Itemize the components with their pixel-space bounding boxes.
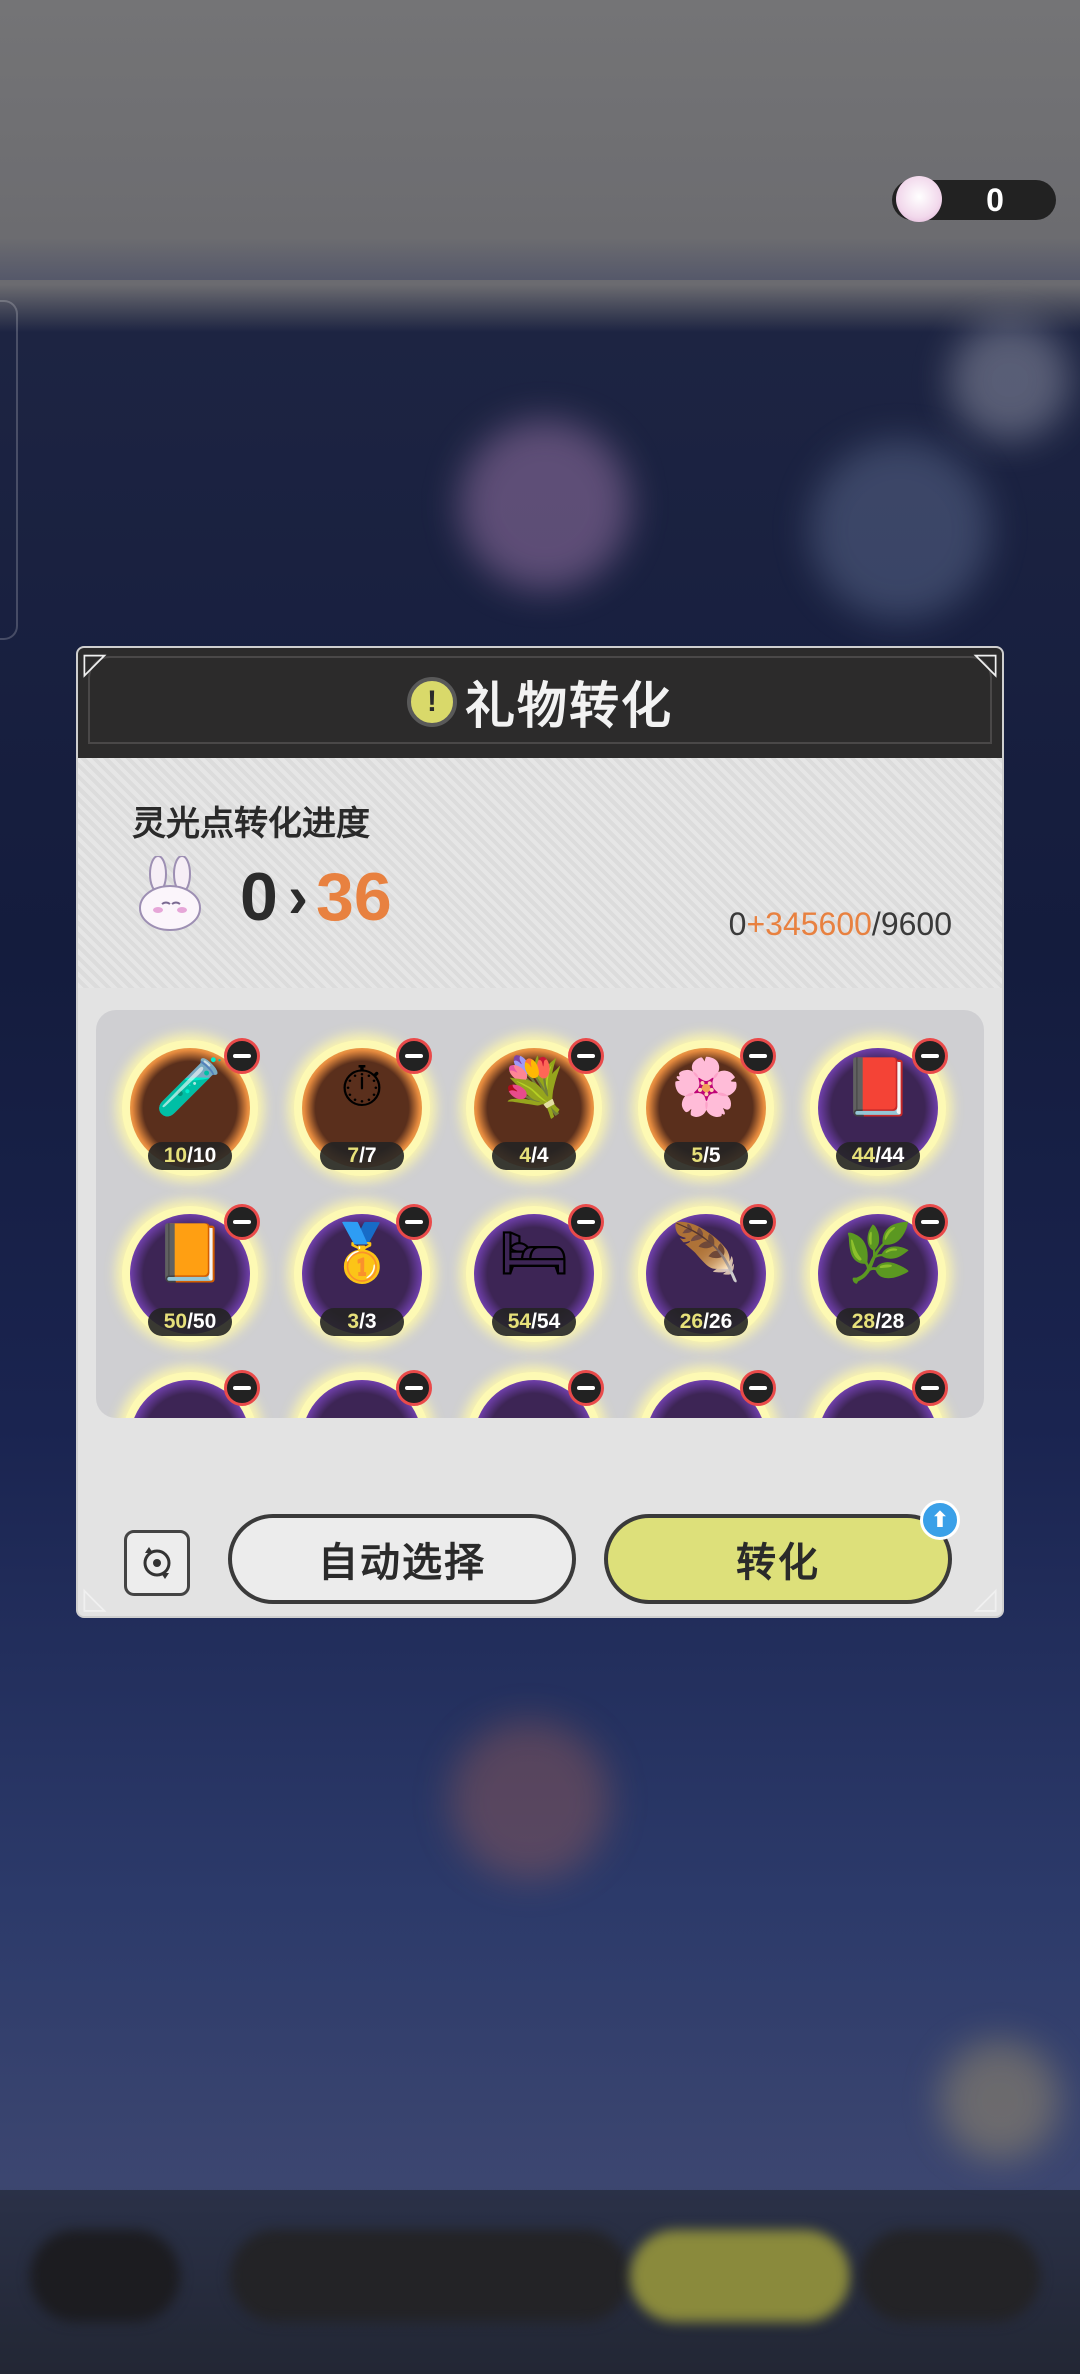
remove-icon[interactable] — [568, 1370, 604, 1406]
remove-icon[interactable] — [396, 1370, 432, 1406]
corner-ornament: ◸ — [83, 648, 107, 681]
points-add: +345600 — [746, 906, 872, 942]
level-from: 0 — [240, 859, 278, 935]
points-current: 0 — [728, 906, 747, 942]
dialog-header: ! 礼物转化 — [78, 648, 1002, 758]
remove-icon[interactable] — [912, 1038, 948, 1074]
item-count: 44/44 — [836, 1142, 920, 1170]
side-tab[interactable] — [0, 300, 18, 640]
reset-button[interactable] — [124, 1530, 190, 1596]
remove-icon[interactable] — [224, 1370, 260, 1406]
dialog-actions: 自动选择 转化 ⬆ — [78, 1448, 1002, 1604]
corner-ornament: ◺ — [83, 1582, 107, 1615]
gift-item[interactable]: 🥇 3/3 — [294, 1204, 432, 1342]
gift-item[interactable]: 🌸 5/5 — [638, 1038, 776, 1176]
remove-icon[interactable] — [396, 1038, 432, 1074]
background-glow — [460, 420, 630, 590]
points-readout: 0+345600/9600 — [729, 906, 952, 943]
remove-icon[interactable] — [224, 1038, 260, 1074]
corner-ornament: ◹ — [973, 648, 997, 681]
gift-item[interactable] — [122, 1370, 260, 1418]
remove-icon[interactable] — [396, 1204, 432, 1240]
gift-item[interactable] — [638, 1370, 776, 1418]
arrow-up-icon: ⬆ — [920, 1500, 960, 1540]
top-bar — [0, 0, 1080, 280]
bunny-icon — [139, 856, 201, 931]
level-to: 36 — [316, 859, 392, 935]
chevron-right-icon: › — [288, 863, 308, 930]
item-count: 4/4 — [492, 1142, 576, 1170]
background-glow — [940, 2040, 1060, 2160]
gift-item[interactable] — [294, 1370, 432, 1418]
item-count: 26/26 — [664, 1308, 748, 1336]
background-glow — [950, 320, 1070, 440]
gift-item[interactable]: 🪶 26/26 — [638, 1204, 776, 1342]
dialog-title: 礼物转化 — [465, 678, 673, 734]
reset-icon — [143, 1547, 171, 1579]
item-count: 5/5 — [664, 1142, 748, 1170]
remove-icon[interactable] — [912, 1370, 948, 1406]
background-glow — [810, 440, 990, 620]
remove-icon[interactable] — [740, 1370, 776, 1406]
gift-conversion-dialog: ! 礼物转化 灵光点转化进度 0 › 36 0+345600/9600 🧪 10/… — [78, 648, 1002, 1616]
gift-item[interactable]: 📙 50/50 — [122, 1204, 260, 1342]
gift-item[interactable]: 📕 44/44 — [810, 1038, 948, 1176]
corner-ornament: ◿ — [973, 1582, 997, 1615]
remove-icon[interactable] — [224, 1204, 260, 1240]
rabbit-icon — [896, 176, 942, 222]
gift-item[interactable]: 🛏 54/54 — [466, 1204, 604, 1342]
item-count: 50/50 — [148, 1308, 232, 1336]
gift-item[interactable]: 🌿 28/28 — [810, 1204, 948, 1342]
item-count: 28/28 — [836, 1308, 920, 1336]
item-count: 7/7 — [320, 1142, 404, 1170]
item-count: 54/54 — [492, 1308, 576, 1336]
currency-value: 0 — [986, 182, 1004, 218]
remove-icon[interactable] — [912, 1204, 948, 1240]
gift-items-panel[interactable]: 🧪 10/10 ⏱ 7/7 💐 4/4 🌸 5/5 📕 44/44 📙 50/50 🥇 3/3 🛏 54/54… — [96, 1010, 984, 1418]
convert-button[interactable]: 转化 — [604, 1514, 952, 1604]
gift-item[interactable] — [466, 1370, 604, 1418]
remove-icon[interactable] — [568, 1204, 604, 1240]
gift-item[interactable]: ⏱ 7/7 — [294, 1038, 432, 1176]
points-max: /9600 — [871, 906, 952, 942]
conversion-progress: 灵光点转化进度 0 › 36 0+345600/9600 — [78, 758, 1002, 1078]
item-count: 3/3 — [320, 1308, 404, 1336]
background-glow — [450, 1720, 610, 1880]
gift-item[interactable]: 💐 4/4 — [466, 1038, 604, 1176]
remove-icon[interactable] — [740, 1038, 776, 1074]
bottom-bar — [0, 2190, 1080, 2374]
remove-icon[interactable] — [568, 1038, 604, 1074]
gift-item[interactable] — [810, 1370, 948, 1418]
remove-icon[interactable] — [740, 1204, 776, 1240]
exclamation-icon: ! — [407, 677, 457, 727]
auto-select-button[interactable]: 自动选择 — [228, 1514, 576, 1604]
gift-item[interactable]: 🧪 10/10 — [122, 1038, 260, 1176]
progress-label: 灵光点转化进度 — [132, 805, 370, 843]
item-count: 10/10 — [148, 1142, 232, 1170]
